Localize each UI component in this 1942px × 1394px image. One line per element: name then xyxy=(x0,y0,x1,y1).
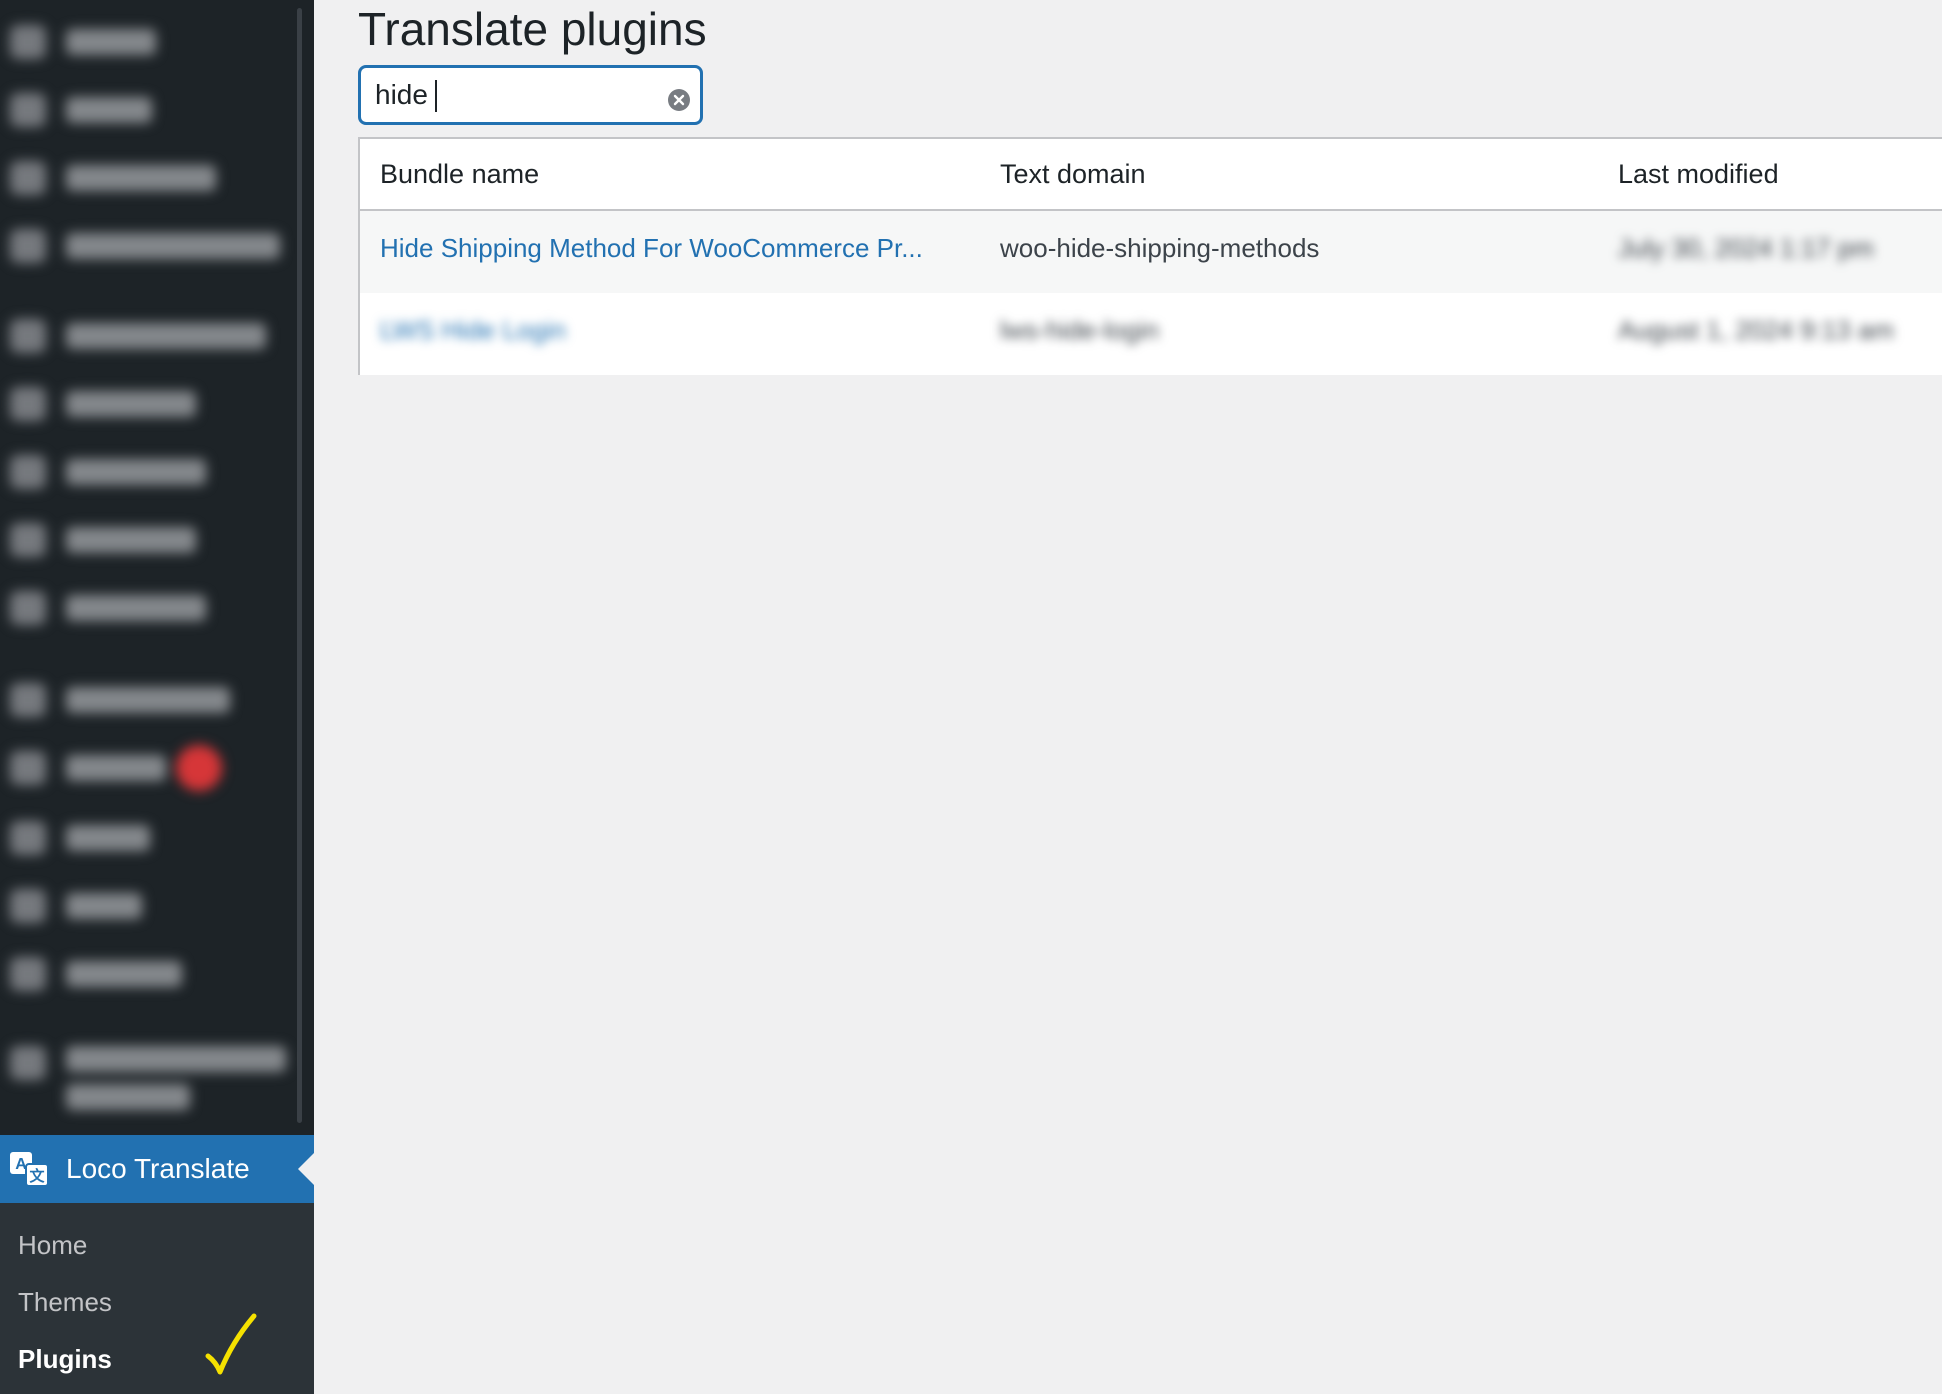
sidebar-item-media[interactable] xyxy=(10,22,156,62)
table-row: LWS Hide Login lws-hide-login August 1, … xyxy=(360,293,1942,375)
clear-icon[interactable] xyxy=(668,89,690,111)
plugins-icon xyxy=(10,751,46,785)
freemius-icon xyxy=(10,1046,46,1080)
sidebar-item-marketing[interactable] xyxy=(10,588,206,628)
sidebar-item-tools[interactable] xyxy=(10,886,142,926)
appearance-icon xyxy=(10,683,46,717)
sidebar-item-analytics[interactable] xyxy=(10,520,196,560)
sidebar-item-products[interactable] xyxy=(10,384,196,424)
translate-icon: A 文 xyxy=(9,1150,49,1188)
payments-icon xyxy=(10,455,46,489)
bundle-name-link[interactable]: Hide Shipping Method For WooCommerce Pr.… xyxy=(380,233,923,264)
loco-translate-label: Loco Translate xyxy=(66,1153,250,1184)
bundle-name-link[interactable]: LWS Hide Login xyxy=(380,315,566,346)
search-field[interactable] xyxy=(358,65,703,125)
sidebar-item-payments[interactable] xyxy=(10,452,206,492)
submenu-item-home[interactable]: Home xyxy=(18,1230,87,1261)
marketing-icon xyxy=(10,591,46,625)
sidebar-item-loco-translate[interactable]: A 文 Loco Translate xyxy=(0,1135,314,1203)
settings-icon xyxy=(10,957,46,991)
last-modified-cell: July 30, 2024 1:17 pm xyxy=(1618,233,1874,263)
last-modified-cell: August 1, 2024 9:13 am xyxy=(1618,315,1895,345)
sidebar-item-freemius[interactable] xyxy=(10,1046,286,1126)
sidebar-item-users[interactable] xyxy=(10,818,150,858)
comments-icon xyxy=(10,161,46,195)
text-caret xyxy=(435,80,437,112)
text-domain-cell: woo-hide-shipping-methods xyxy=(1000,233,1320,263)
sidebar-item-woocommerce[interactable] xyxy=(10,316,266,356)
search-input[interactable] xyxy=(375,76,645,114)
analytics-icon xyxy=(10,523,46,557)
update-badge xyxy=(176,745,222,791)
svg-text:文: 文 xyxy=(29,1167,45,1185)
column-header-bundle-name[interactable]: Bundle name xyxy=(380,159,539,190)
tools-icon xyxy=(10,889,46,923)
table-row: Hide Shipping Method For WooCommerce Pr.… xyxy=(360,211,1942,293)
submenu-item-plugins[interactable]: Plugins xyxy=(18,1344,112,1375)
text-domain-cell: lws-hide-login xyxy=(1000,315,1159,345)
submenu-item-themes[interactable]: Themes xyxy=(18,1287,112,1318)
sidebar-item-elementor[interactable] xyxy=(10,226,280,266)
page-title: Translate plugins xyxy=(358,3,707,55)
sidebar-item-comments[interactable] xyxy=(10,158,216,198)
sidebar-item-settings[interactable] xyxy=(10,954,182,994)
woocommerce-icon xyxy=(10,319,46,353)
column-header-text-domain[interactable]: Text domain xyxy=(1000,159,1146,190)
active-pointer xyxy=(298,1153,314,1185)
sidebar-item-pages[interactable] xyxy=(10,90,152,130)
admin-sidebar: A 文 Loco Translate Home Themes Plugins xyxy=(0,0,314,1394)
bundles-table: Bundle name Text domain Last modified Hi… xyxy=(358,137,1942,375)
sidebar-scrollbar[interactable] xyxy=(297,8,302,1123)
sidebar-item-plugins[interactable] xyxy=(10,745,222,791)
checkmark-annotation xyxy=(205,1313,257,1375)
sidebar-item-appearance[interactable] xyxy=(10,680,230,720)
products-icon xyxy=(10,387,46,421)
pages-icon xyxy=(10,93,46,127)
table-header: Bundle name Text domain Last modified xyxy=(360,139,1942,211)
users-icon xyxy=(10,821,46,855)
column-header-last-modified[interactable]: Last modified xyxy=(1618,159,1779,190)
media-icon xyxy=(10,25,46,59)
elementor-icon xyxy=(10,229,46,263)
